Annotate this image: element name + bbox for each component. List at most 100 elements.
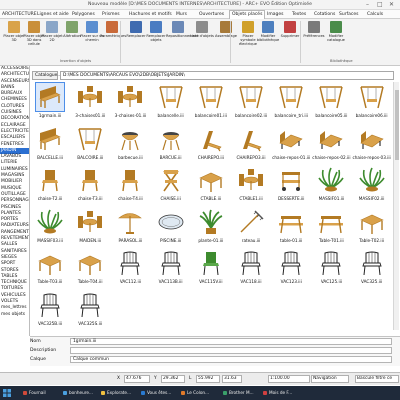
menu-tab[interactable]: Calculs — [365, 11, 385, 19]
close-button[interactable]: ✕ — [389, 1, 394, 8]
object-tile[interactable]: VAC118.iii — [231, 248, 271, 289]
menu-tab[interactable]: Objets placés — [229, 10, 266, 19]
sidebar-category-item[interactable]: SANITAIRES — [0, 249, 29, 255]
start-icon[interactable] — [3, 389, 11, 397]
object-tile[interactable]: VAC325.iii — [352, 248, 392, 289]
taskbar-app[interactable]: Mois de F... — [262, 388, 300, 398]
layer-field[interactable]: Calque commun — [70, 356, 392, 363]
menu-tab[interactable]: Hachures et motifs — [127, 11, 174, 19]
object-tile[interactable]: VAC325B.iii — [30, 290, 70, 331]
sidebar-category-item[interactable]: CHEMINEES — [0, 97, 29, 103]
object-tile[interactable]: barbecue.iii — [110, 124, 150, 165]
sidebar-category-item[interactable]: DECORATION — [0, 116, 29, 122]
ribbon-button[interactable]: Préférences — [302, 21, 326, 61]
object-tile[interactable]: chaise-T3.iii — [70, 165, 110, 206]
ribbon-button[interactable]: Modifier catalogue — [324, 21, 348, 61]
sidebar-category-item[interactable]: RADIATEURS — [0, 223, 29, 229]
sidebar-category-item[interactable]: mes objets — [0, 312, 29, 318]
grid-scrollbar[interactable] — [393, 82, 399, 330]
taskbar-app[interactable]: Vous êtes... — [140, 388, 178, 398]
object-tile[interactable]: 3-chaises-01.iii — [110, 82, 150, 123]
object-tile[interactable]: BARCUE.iii — [151, 124, 191, 165]
object-tile[interactable]: CTABLE.iii — [191, 165, 231, 206]
object-tile[interactable]: VAC125.iii — [311, 248, 351, 289]
object-tile[interactable]: chaise-T2.iii — [30, 165, 70, 206]
ribbon-button[interactable]: Assemblage — [214, 21, 238, 61]
object-tile[interactable]: MASSIF03.iii — [30, 207, 70, 248]
object-tile[interactable]: balancoire_tri.iii — [271, 82, 311, 123]
name-field[interactable]: 1grmain.iii — [70, 338, 392, 345]
object-tile[interactable]: Table-T02.iii — [352, 207, 392, 248]
taskbar-app[interactable]: Fournail — [22, 388, 60, 398]
object-tile[interactable]: chaise-T4.iii — [110, 165, 150, 206]
sidebar-category-item[interactable]: ASCENSEURS — [0, 79, 29, 85]
x-coordinate-field[interactable]: 47.676 — [124, 375, 150, 383]
object-tile[interactable]: table-01.iii — [271, 207, 311, 248]
menu-tab[interactable]: Murs — [174, 11, 189, 19]
object-tile[interactable]: 1grmain.iii — [30, 82, 70, 123]
taskbar-app[interactable]: Brother M... — [222, 388, 260, 398]
maximize-button[interactable]: □ — [377, 1, 383, 8]
minimize-button[interactable]: – — [366, 1, 369, 8]
taskbar-app[interactable]: bonheure... — [62, 388, 100, 398]
taskbar-app[interactable]: Explorate... — [100, 388, 138, 398]
catalog-path-field[interactable]: D:\MES DOCUMENTS\ARCAUS EVO\2DB\OBJETS\J… — [60, 71, 394, 80]
object-tile[interactable]: CTABLE1.iii — [231, 165, 271, 206]
object-tile[interactable]: CHAIREPO.iii — [191, 124, 231, 165]
object-tile[interactable]: VAC112.iii — [110, 248, 150, 289]
length-field[interactable]: 55.992 — [196, 375, 220, 383]
scale-select[interactable]: 1:100.00 — [268, 375, 310, 383]
sidebar-category-item[interactable]: PERSONNAGES — [0, 198, 29, 204]
sidebar-category-item[interactable]: ESCALIERS — [0, 135, 29, 141]
menu-tab[interactable]: Images — [265, 11, 285, 19]
object-tile[interactable]: CHAIREPO3.iii — [231, 124, 271, 165]
taskbar-app[interactable]: Le Colon... — [180, 388, 218, 398]
catalog-button[interactable]: Catalogue... — [32, 71, 62, 80]
object-tile[interactable]: Table-T01.iii — [311, 207, 351, 248]
object-tile[interactable]: 3-chaises01.iii — [70, 82, 110, 123]
scrollbar-thumb[interactable] — [395, 90, 399, 160]
description-field[interactable] — [70, 347, 392, 354]
object-tile[interactable]: PISCINE.iii — [151, 207, 191, 248]
object-tile[interactable]: BALCOIRE.iii — [70, 124, 110, 165]
sidebar-category-item[interactable]: mes_lettres — [0, 305, 29, 311]
object-tile[interactable]: MASSIF01.iii — [311, 165, 351, 206]
ribbon-button[interactable]: Repositionnement — [166, 21, 199, 61]
object-tile[interactable]: Table-T04.iii — [70, 248, 110, 289]
ribbon-button[interactable]: Liste d'objets — [190, 21, 214, 61]
object-tile[interactable]: VAC113B.iii — [151, 248, 191, 289]
object-tile[interactable]: chaise-repos-02.iii — [311, 124, 351, 165]
ribbon-button[interactable]: Modifier bibliothèque — [256, 21, 280, 61]
object-tile[interactable]: balancelle.iii — [151, 82, 191, 123]
object-tile[interactable]: plante-01.iii — [191, 207, 231, 248]
menu-tab[interactable]: Prismes — [100, 11, 122, 19]
menu-tab[interactable]: Ouvertures — [197, 11, 226, 19]
object-tile[interactable]: chaise-repos-03.iii — [352, 124, 392, 165]
menu-tab[interactable]: Lignes et aide — [35, 11, 71, 19]
object-tile[interactable]: PARASOL.iii — [110, 207, 150, 248]
object-tile[interactable]: CHAISE.iii — [151, 165, 191, 206]
object-tile[interactable]: Table-T03.iii — [30, 248, 70, 289]
object-tile[interactable]: VAC325S.iii — [70, 290, 110, 331]
object-tile[interactable]: VAC123.iii — [271, 248, 311, 289]
object-tile[interactable]: MASSIF02.iii — [352, 165, 392, 206]
menu-tab[interactable]: Surfaces — [337, 11, 361, 19]
object-tile[interactable]: BALCELLE.iii — [30, 124, 70, 165]
object-tile[interactable]: DESSERTE.iii — [271, 165, 311, 206]
ribbon-button[interactable]: Remplacer objets — [144, 21, 168, 61]
menu-tab[interactable]: ARCHITECTURE — [0, 11, 39, 19]
object-tile[interactable]: VAC115V.iii — [191, 248, 231, 289]
object-tile[interactable]: MAIDEN.iii — [70, 207, 110, 248]
object-tile[interactable]: balancoire01.iii — [191, 82, 231, 123]
angle-field[interactable]: 31.63 — [222, 375, 242, 383]
mode-select[interactable]: Navigation — [311, 375, 349, 383]
object-tile[interactable]: balancoire05.iii — [311, 82, 351, 123]
object-tile[interactable]: chaise-repos-01.iii — [271, 124, 311, 165]
menu-tab[interactable]: Polygones — [70, 11, 97, 19]
object-tile[interactable]: balancoire06.iii — [352, 82, 392, 123]
ribbon-button[interactable]: Supprimer — [278, 21, 302, 61]
object-tile[interactable]: rateau.iii — [231, 207, 271, 248]
sidebar-category-item[interactable]: ARCHITECTURE — [0, 72, 29, 78]
menu-tab[interactable]: Textes — [290, 11, 308, 19]
y-coordinate-field[interactable]: 29.362 — [161, 375, 185, 383]
